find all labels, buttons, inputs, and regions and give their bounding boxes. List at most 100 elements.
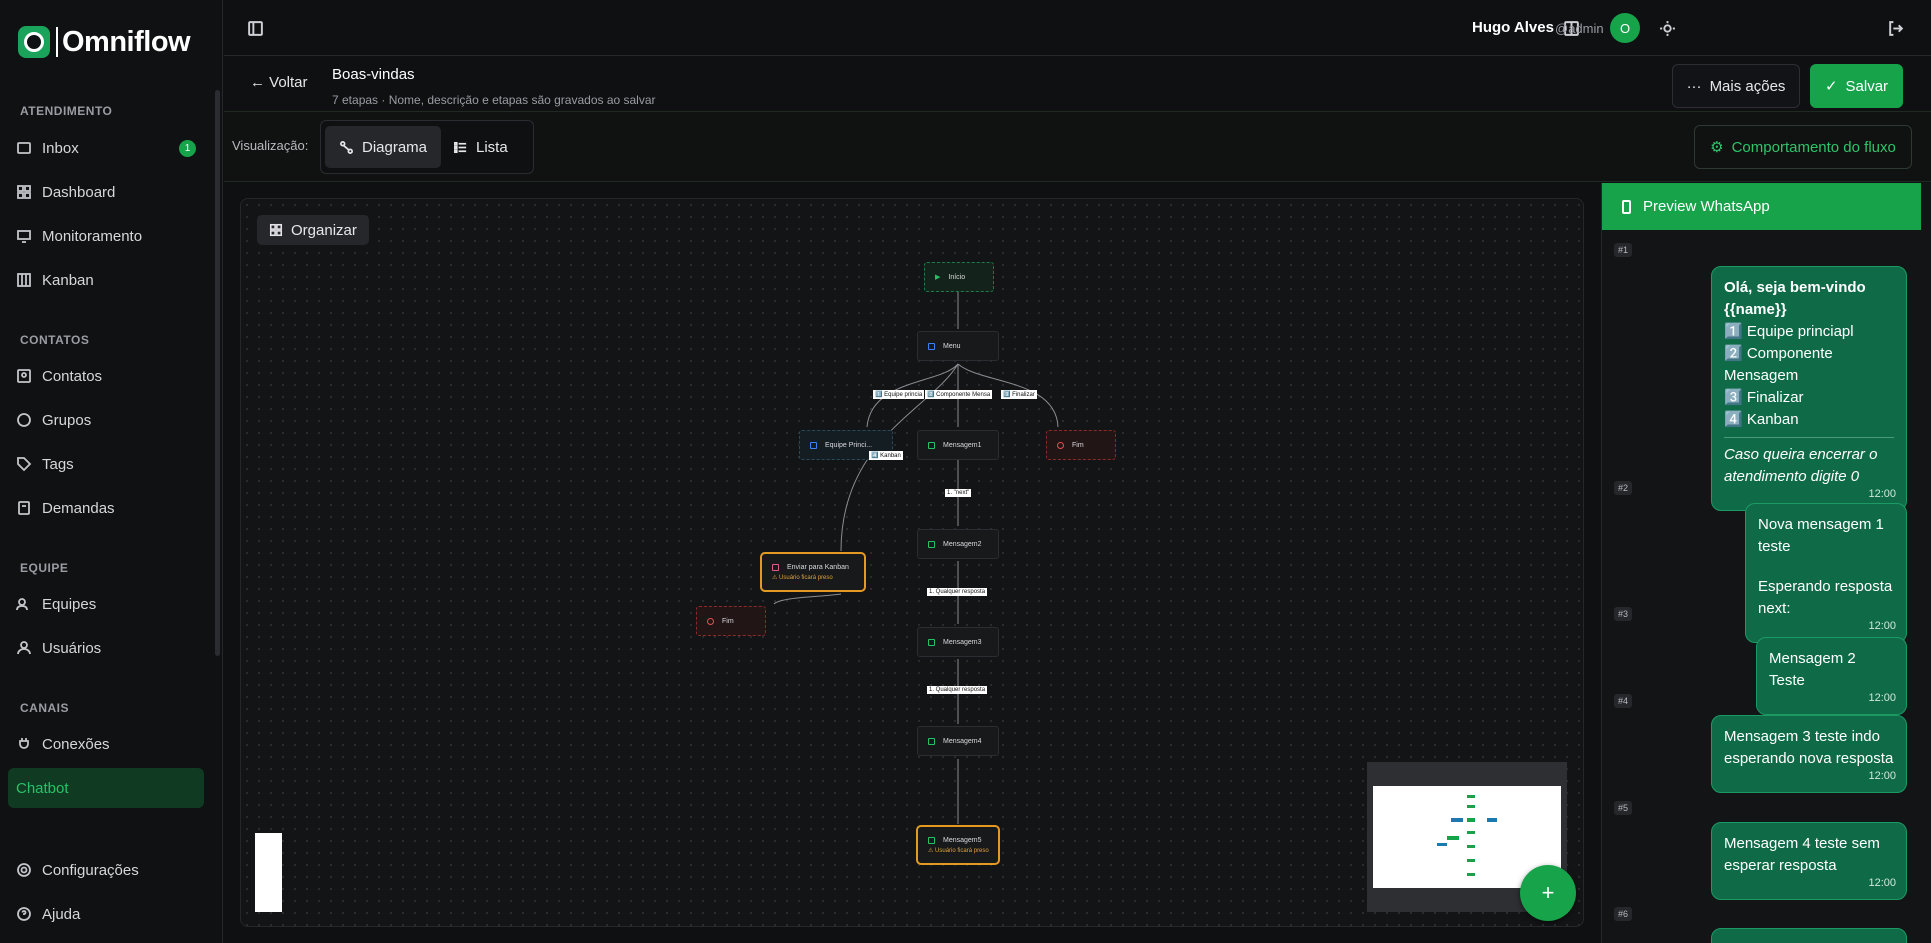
play-icon: ▶: [935, 274, 941, 281]
plug-icon: [19, 738, 29, 749]
logout-icon[interactable]: [1884, 17, 1906, 39]
tab-lista[interactable]: Lista: [439, 126, 522, 168]
edge-label: 2️⃣ Componente Mensa: [925, 390, 993, 399]
logo-icon: [18, 26, 50, 58]
page-subtitle: 7 etapas · Nome, descrição e etapas são …: [332, 93, 656, 107]
node-warning: ⚠ Usuário ficará preso: [772, 574, 833, 581]
sidebar-item-label: Ajuda: [42, 905, 81, 923]
sidebar-item-equipes[interactable]: Equipes: [8, 584, 204, 624]
list-icon: [454, 141, 467, 153]
kanban-icon: [17, 273, 31, 287]
tab-lista-label: Lista: [476, 138, 508, 156]
stop-icon: [707, 617, 714, 625]
node-warning: ⚠ Usuário ficará preso: [928, 847, 989, 854]
node-label: Mensagem5: [943, 836, 982, 844]
flow-node-msg5[interactable]: Mensagem5 ⚠ Usuário ficará preso: [916, 825, 1000, 865]
sidebar-item-tags[interactable]: Tags: [8, 444, 204, 484]
sidebar-item-label: Contatos: [42, 367, 103, 385]
kanban-icon: [772, 563, 779, 571]
message-line: 4️⃣ Kanban: [1724, 411, 1799, 428]
message-line: Mensagem 3 teste indo: [1724, 728, 1880, 745]
save-button[interactable]: ✓ Salvar: [1810, 64, 1903, 108]
sidebar-item-label: Monitoramento: [42, 227, 143, 245]
brand-name: Omniflow: [56, 27, 191, 57]
sidebar-item-configuracoes[interactable]: Configurações: [8, 850, 204, 890]
sidebar-item-chatbot[interactable]: Chatbot: [8, 768, 204, 808]
message-bubble: Mensagem 2 Teste 12:00: [1756, 637, 1907, 715]
flow-node-start[interactable]: ▶ Início: [924, 262, 994, 292]
topbar: Hugo Alves @admin O: [224, 0, 1931, 56]
flow-node-end1[interactable]: Fim: [1046, 430, 1116, 460]
sidebar-item-grupos[interactable]: Grupos: [8, 400, 204, 440]
message-time: 12:00: [1868, 692, 1896, 704]
sidebar-item-label: Conexões: [42, 735, 110, 753]
monitor-icon: [17, 230, 31, 243]
help-icon: [17, 907, 31, 921]
sidebar-item-inbox[interactable]: Inbox 1: [8, 128, 204, 168]
sidebar-item-usuarios[interactable]: Usuários: [8, 628, 204, 668]
message-line: 2️⃣ Componente Mensagem: [1724, 345, 1833, 384]
sidebar-item-conexoes[interactable]: Conexões: [8, 724, 204, 764]
section-equipe: EQUIPE: [20, 561, 69, 575]
page-title: Boas-vindas: [332, 66, 415, 83]
message-bubble: Nova mensagem 1 teste Esperando resposta…: [1745, 503, 1907, 643]
flow-node-kanban[interactable]: Enviar para Kanban ⚠ Usuário ficará preso: [760, 552, 866, 592]
flow-behavior-button[interactable]: ⚙ Comportamento do fluxo: [1694, 125, 1912, 169]
message-line: Mensagem 2 Teste: [1769, 650, 1856, 689]
sidebar-item-label: Demandas: [42, 499, 115, 517]
message-number: #1: [1614, 243, 1633, 257]
sidebar-item-label: Usuários: [42, 639, 102, 657]
sidebar-item-label: Inbox: [42, 139, 79, 157]
check-icon: ✓: [1824, 78, 1838, 95]
edge-label: 4️⃣ Kanban: [869, 451, 903, 460]
sidebar-item-monitoramento[interactable]: Monitoramento: [8, 216, 204, 256]
flow-canvas[interactable]: Organizar ▶ Início Menu Equipe Princi... …: [240, 198, 1584, 927]
section-canais: CANAIS: [20, 701, 70, 715]
flow-node-msg2[interactable]: Mensagem2: [917, 529, 999, 559]
zoom-controls[interactable]: [255, 833, 282, 912]
message-icon: [928, 540, 935, 548]
node-label: Mensagem3: [943, 638, 982, 646]
flow-node-menu[interactable]: Menu: [917, 331, 999, 361]
view-label: Visualização:: [232, 138, 309, 153]
sidebar-item-demandas[interactable]: Demandas: [8, 488, 204, 528]
clipboard-icon: [18, 501, 30, 515]
node-label: Fim: [722, 617, 734, 625]
flow-node-msg1[interactable]: Mensagem1: [917, 430, 999, 460]
stop-icon: [1057, 441, 1064, 449]
user-handle: @admin: [1555, 21, 1604, 36]
flow-node-msg4[interactable]: Mensagem4: [917, 726, 999, 756]
message-number: #3: [1614, 607, 1633, 621]
message-number: #6: [1614, 907, 1633, 921]
tab-diagrama[interactable]: Diagrama: [325, 126, 442, 168]
dashboard-icon: [17, 185, 31, 199]
edge-label: 3️⃣ Finalizar: [1001, 390, 1037, 399]
more-actions-button[interactable]: ··· Mais ações: [1672, 64, 1800, 108]
sidebar-item-kanban[interactable]: Kanban: [8, 260, 204, 300]
sidebar-toggle-icon[interactable]: [244, 17, 266, 39]
avatar[interactable]: O: [1610, 13, 1640, 43]
message-time: 12:00: [1868, 770, 1896, 782]
message-bubble: Olá, seja bem-vindo {{name}} 1️⃣ Equipe …: [1711, 266, 1907, 511]
gear-icon: [17, 863, 31, 877]
contacts-icon: [17, 369, 31, 383]
add-node-button[interactable]: +: [1520, 865, 1576, 921]
save-label: Salvar: [1845, 77, 1889, 95]
message-bubble: Mensagem 4 teste sem esperar resposta 12…: [1711, 822, 1907, 900]
flow-node-msg3[interactable]: Mensagem3: [917, 627, 999, 657]
theme-sun-icon[interactable]: [1656, 17, 1678, 39]
flow-node-end2[interactable]: Fim: [696, 606, 766, 636]
edge-label: 1. "next": [945, 489, 972, 497]
logo[interactable]: Omniflow: [18, 26, 191, 58]
users-icon: [810, 441, 817, 449]
sidebar-item-contatos[interactable]: Contatos: [8, 356, 204, 396]
sidebar-item-label: Equipes: [42, 595, 97, 613]
sidebar-item-dashboard[interactable]: Dashboard: [8, 172, 204, 212]
message-footer: Caso queira encerrar o atendimento digit…: [1724, 446, 1878, 485]
more-actions-label: Mais ações: [1709, 77, 1786, 95]
sidebar-item-ajuda[interactable]: Ajuda: [8, 894, 204, 934]
back-button[interactable]: ← Voltar: [250, 74, 308, 91]
user-name: Hugo Alves: [1472, 19, 1554, 36]
message-line: Nova mensagem 1 teste: [1758, 516, 1884, 555]
sidebar-scrollbar[interactable]: [215, 90, 220, 656]
